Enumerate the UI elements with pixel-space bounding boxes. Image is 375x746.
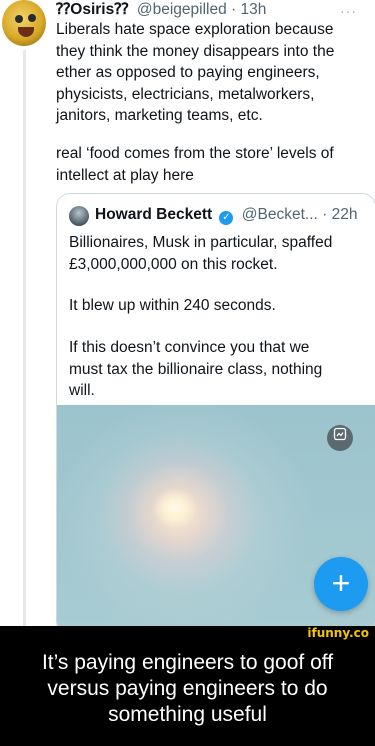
- quoted-author-handle[interactable]: @Becket...: [242, 206, 318, 223]
- quoted-text-paragraph-1: Billionaires, Musk in particular, spaffe…: [69, 234, 333, 273]
- meme-caption: It’s paying engineers to goof off versus…: [41, 651, 334, 726]
- more-options-icon[interactable]: ···: [340, 1, 357, 21]
- quoted-tweet-header: Howard Beckett ✓ @Becket... · 22h: [95, 204, 367, 226]
- thread-line: [23, 50, 26, 626]
- tweet-text-paragraph-2: real ‘food comes from the store’ levels …: [56, 145, 334, 184]
- author-handle[interactable]: @beigepilled: [137, 1, 227, 18]
- quoted-author-name[interactable]: Howard Beckett: [95, 206, 212, 223]
- ifunny-watermark: ifunny.co: [307, 626, 369, 640]
- tweet-header: ⁇Osiris⁇ @beigepilled · 13h ···: [56, 0, 365, 20]
- image-description-icon[interactable]: [327, 425, 353, 451]
- verified-badge-icon: ✓: [219, 211, 234, 225]
- author-name[interactable]: ⁇Osiris⁇: [56, 1, 129, 18]
- author-avatar[interactable]: [2, 0, 46, 46]
- quoted-text-paragraph-2: It blew up within 240 seconds.: [69, 297, 276, 314]
- tweet-card[interactable]: ⁇Osiris⁇ @beigepilled · 13h ··· Liberals…: [0, 0, 375, 635]
- quoted-author-avatar[interactable]: [69, 206, 89, 226]
- meme-caption-panel: ifunny.co It’s paying engineers to goof …: [0, 626, 375, 746]
- quoted-tweet-time[interactable]: 22h: [332, 206, 358, 223]
- compose-button[interactable]: +: [314, 557, 368, 611]
- tweet-time[interactable]: 13h: [241, 1, 267, 18]
- tweet-text-paragraph-1: Liberals hate space exploration because …: [56, 21, 335, 124]
- plus-icon: +: [331, 565, 351, 601]
- separator-dot: ·: [231, 1, 237, 18]
- quoted-text-paragraph-3: If this doesn’t convince you that we mus…: [69, 339, 323, 399]
- separator-dot: ·: [322, 206, 328, 223]
